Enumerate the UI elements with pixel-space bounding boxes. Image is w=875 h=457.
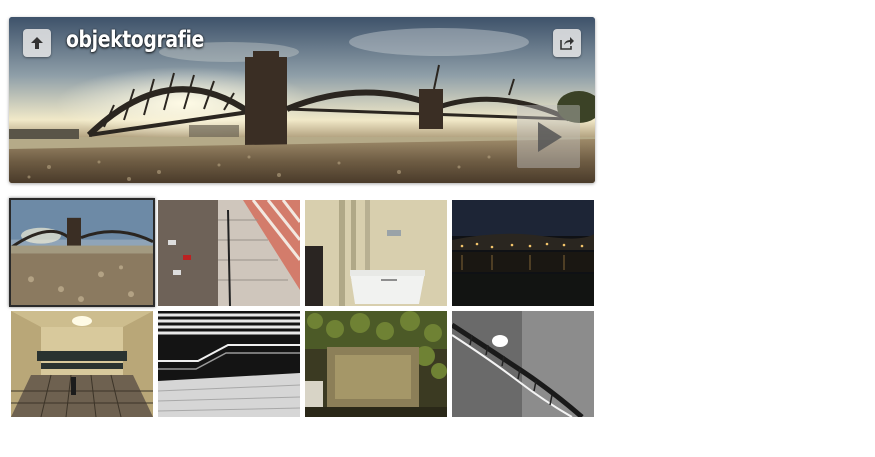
thumbnail-sink[interactable] (305, 200, 447, 306)
share-button[interactable] (553, 29, 581, 57)
thumbnail-image (452, 200, 594, 306)
thumbnail-bridge[interactable] (9, 198, 155, 307)
thumbnail-image (11, 311, 153, 417)
thumbnail-image (158, 200, 300, 306)
thumbnail-image (158, 311, 300, 417)
thumbnail-ivy-wall[interactable] (305, 311, 447, 417)
thumbnail-underground-corridor[interactable] (11, 311, 153, 417)
play-icon (537, 121, 562, 152)
thumbnail-image (452, 311, 594, 417)
up-button[interactable] (23, 29, 51, 57)
thumbnail-stair-railing[interactable] (158, 311, 300, 417)
thumbnail-image (305, 200, 447, 306)
header-banner: objektografie (9, 17, 595, 183)
thumbnail-image (11, 200, 153, 305)
arrow-up-icon (31, 37, 43, 49)
thumbnail-image (305, 311, 447, 417)
thumbnail-spiral-staircase[interactable] (452, 311, 594, 417)
page-title: objektografie (66, 27, 204, 53)
thumbnail-stairs-from-above[interactable] (158, 200, 300, 306)
play-button[interactable] (517, 105, 580, 168)
thumbnail-city-night[interactable] (452, 200, 594, 306)
share-icon (560, 37, 574, 50)
thumbnail-grid (9, 198, 595, 419)
